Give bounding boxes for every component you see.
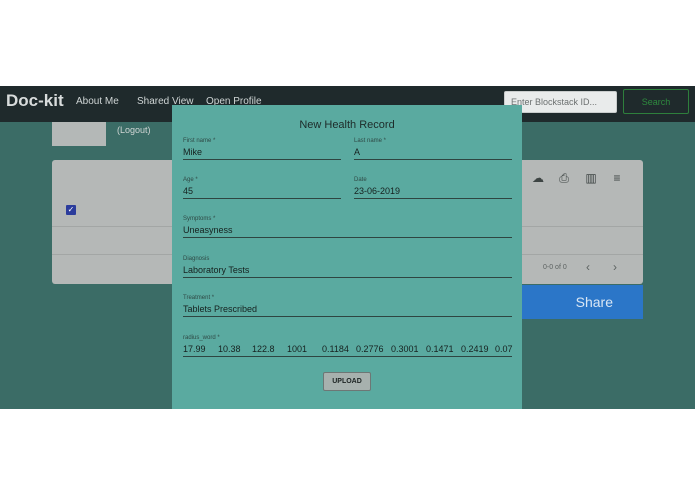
age-underline	[183, 198, 341, 199]
date-label: Date	[354, 177, 367, 183]
logout-link[interactable]: (Logout)	[117, 125, 151, 135]
avatar	[52, 122, 106, 146]
age-value[interactable]: 45	[183, 186, 193, 196]
age-label: Age *	[183, 177, 198, 183]
date-underline	[354, 198, 512, 199]
share-button[interactable]: Share	[520, 285, 643, 319]
symptoms-underline	[183, 237, 512, 238]
cloud-download-icon[interactable]: ☁	[531, 171, 545, 185]
radius-word-value[interactable]: 0.2776	[356, 344, 384, 354]
radius-word-value[interactable]: 0.3001	[391, 344, 419, 354]
brand-logo[interactable]: Doc-kit	[6, 91, 64, 111]
diagnosis-value[interactable]: Laboratory Tests	[183, 265, 249, 275]
date-field[interactable]: Date 23-06-2019	[354, 177, 512, 201]
radius-word-value[interactable]: 122.8	[252, 344, 275, 354]
symptoms-label: Symptoms *	[183, 216, 216, 222]
radius-word-value[interactable]: 0.1184	[322, 344, 349, 354]
pagination-text: 0-0 of 0	[543, 264, 567, 271]
print-icon[interactable]: ⎙	[557, 171, 571, 185]
dialog-title: New Health Record	[299, 119, 395, 131]
treatment-value[interactable]: Tablets Prescribed	[183, 304, 257, 314]
filter-icon[interactable]: ≡	[610, 171, 624, 185]
last-name-value[interactable]: A	[354, 147, 360, 157]
radius-word-value[interactable]: 10.38	[218, 344, 241, 354]
date-value[interactable]: 23-06-2019	[354, 186, 400, 196]
age-field[interactable]: Age * 45	[183, 177, 341, 201]
radius-word-value[interactable]: 1001	[287, 344, 307, 354]
first-name-field[interactable]: First name * Mike	[183, 138, 341, 162]
treatment-field[interactable]: Treatment * Tablets Prescribed	[183, 295, 512, 319]
diagnosis-label: Diagnosis	[183, 256, 210, 262]
new-health-record-dialog: New Health Record First name * Mike Last…	[172, 105, 522, 409]
first-name-label: First name *	[183, 138, 216, 144]
upload-button[interactable]: UPLOAD	[323, 372, 371, 391]
first-name-value[interactable]: Mike	[183, 147, 202, 157]
treatment-underline	[183, 316, 512, 317]
radius-word-value[interactable]: 0.07	[495, 344, 513, 354]
radius-word-value[interactable]: 17.99	[183, 344, 206, 354]
chevron-left-icon[interactable]: ‹	[586, 260, 590, 274]
chevron-right-icon[interactable]: ›	[613, 260, 617, 274]
radius-word-field[interactable]: radius_word * 17.99 10.38 122.8 1001 0.1…	[183, 335, 513, 359]
symptoms-value[interactable]: Uneasyness	[183, 225, 233, 235]
radius-word-value[interactable]: 0.1471	[426, 344, 454, 354]
page: Doc-kit About Me Shared View Open Profil…	[0, 0, 695, 494]
select-all-checkbox[interactable]: ✓	[66, 205, 76, 215]
radius-word-label: radius_word *	[183, 335, 220, 341]
last-name-underline	[354, 159, 512, 160]
treatment-label: Treatment *	[183, 295, 215, 301]
search-button[interactable]: Search	[623, 89, 689, 114]
diagnosis-field[interactable]: Diagnosis Laboratory Tests	[183, 256, 512, 280]
radius-word-value[interactable]: 0.2419	[461, 344, 489, 354]
diagnosis-underline	[183, 277, 512, 278]
view-column-icon[interactable]: ▥	[584, 171, 598, 185]
first-name-underline	[183, 159, 341, 160]
last-name-field[interactable]: Last name * A	[354, 138, 512, 162]
last-name-label: Last name *	[354, 138, 387, 144]
nav-about-me[interactable]: About Me	[76, 96, 119, 107]
symptoms-field[interactable]: Symptoms * Uneasyness	[183, 216, 512, 240]
radius-word-underline	[183, 356, 512, 357]
